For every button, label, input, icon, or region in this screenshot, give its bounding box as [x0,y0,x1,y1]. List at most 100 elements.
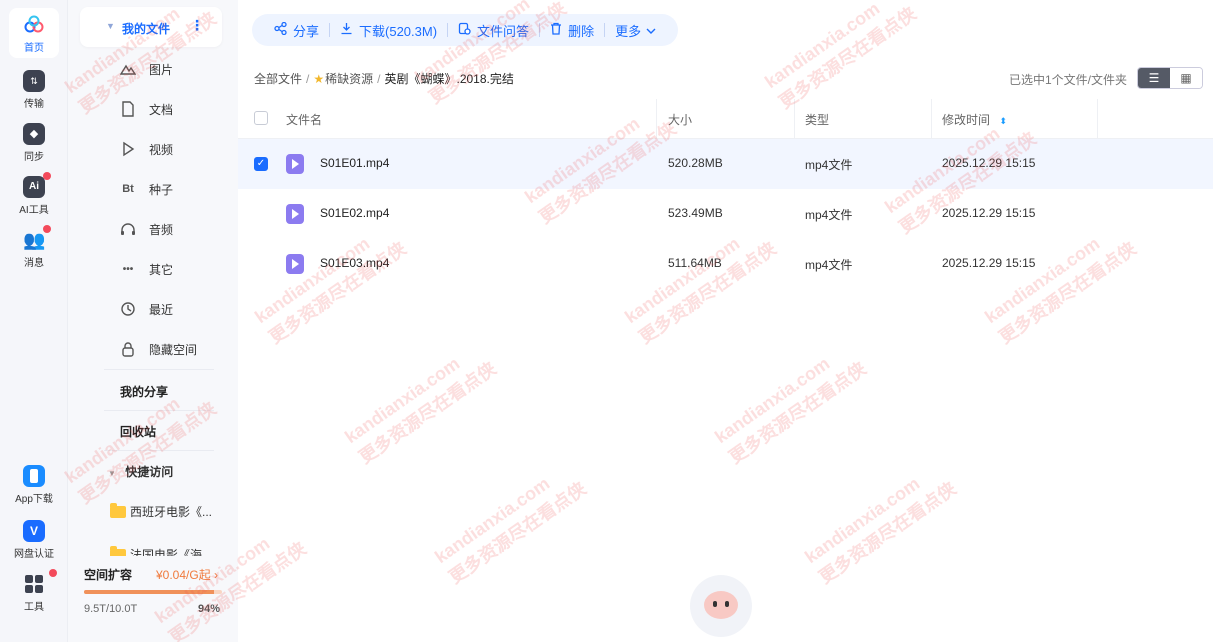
file-size: 511.64MB [668,256,722,270]
storage-title: 空间扩容 [84,568,133,582]
sidebar-item-label: 文档 [149,102,174,117]
mascot-eye [725,601,729,607]
header-name[interactable]: 文件名 [286,111,322,128]
verify-icon: V [23,520,45,542]
file-qa-label: 文件问答 [477,23,530,39]
rail-message[interactable]: 👥 消息 [0,225,68,269]
chevron-down-icon [646,23,656,38]
caret-down-icon: ▼ [108,469,116,478]
rail-sync-label: 同步 [24,152,44,163]
notification-dot [49,569,57,577]
file-modified: 2025.12.29 15:15 [942,156,1036,170]
transfer-icon: ⇅ [23,70,45,92]
table-row[interactable]: S01E03.mp4 511.64MB mp4文件 2025.12.29 15:… [238,239,1213,289]
file-table: 文件名 大小 类型 修改时间 ⬍ ✓ S01E01.mp4 520.28MB m… [238,99,1213,289]
header-modified-label: 修改时间 [942,113,991,127]
breadcrumb: 全部文件 / ★ 稀缺资源 / 英剧《蝴蝶》.2018.完结 [254,70,514,87]
selection-info: 已选中1个文件/文件夹 [1008,73,1127,87]
delete-label: 删除 [568,23,595,39]
file-name: S01E01.mp4 [320,156,390,170]
rail-auth[interactable]: V 网盘认证 [0,520,68,560]
rail-transfer[interactable]: ⇅ 传输 [0,70,68,110]
storage-used: 9.5T/10.0T [84,603,138,615]
more-button[interactable]: 更多 [605,21,666,40]
document-icon [120,101,136,117]
rail-home[interactable]: 首页 [0,8,68,58]
file-modified: 2025.12.29 15:15 [942,206,1036,220]
storage-panel[interactable]: 空间扩容 ¥0.04/G起 › 9.5T/10.0T 94% [68,556,238,642]
file-type: mp4文件 [805,208,853,222]
column-divider[interactable] [656,99,657,139]
sort-icon: ⬍ [999,116,1007,126]
breadcrumb-root[interactable]: 全部文件 [254,70,302,87]
notification-dot [43,225,51,233]
quick-item-label: 西班牙电影《... [130,505,213,519]
download-label: 下载(520.3M) [359,23,438,39]
quick-item[interactable]: 西班牙电影《... [110,502,213,520]
ai-icon: Ai [23,172,51,198]
more-vertical-icon[interactable]: ⋮ [190,17,204,34]
list-view-icon[interactable]: ☰ [1138,68,1170,88]
notification-dot [43,172,51,180]
image-icon [120,61,136,77]
view-toggle: ☰ ▦ [1137,67,1203,89]
rail-message-label: 消息 [24,258,44,269]
file-size: 520.28MB [668,156,723,170]
select-all-checkbox[interactable] [254,111,268,125]
table-row[interactable]: ✓ S01E01.mp4 520.28MB mp4文件 2025.12.29 1… [238,139,1213,189]
video-icon [120,141,136,157]
share-button[interactable]: 分享 [264,21,329,40]
quick-access-label: 快捷访问 [125,465,174,479]
sidebar-item-my-share[interactable]: 我的分享 [120,383,168,400]
lock-icon [120,341,136,357]
row-checkbox[interactable]: ✓ [254,157,268,171]
divider [104,410,214,411]
rail-app-label: App下载 [15,494,53,505]
storage-upgrade-link[interactable]: ¥0.04/G起 › [156,566,218,583]
column-divider[interactable] [1097,99,1098,139]
header-modified[interactable]: 修改时间 ⬍ [942,111,1007,128]
column-divider[interactable] [794,99,795,139]
file-qa-button[interactable]: 文件问答 [448,21,539,40]
grid-icon [23,569,57,595]
rail-tools[interactable]: 工具 [0,569,68,613]
sidebar-item-videos[interactable]: 视频 [120,139,173,159]
sidebar-item-documents[interactable]: 文档 [120,99,173,119]
file-sidebar: ▼ 我的文件 ⋮ 图片 文档 视频 Bt 种子 音频 ••• 其它 最近 隐藏空… [68,0,238,642]
divider [104,450,214,451]
storage-percent: 94% [198,603,221,615]
sidebar-item-recycle-bin[interactable]: 回收站 [120,423,156,440]
sidebar-item-hidden-space[interactable]: 隐藏空间 [120,339,197,359]
rail-ai[interactable]: Ai AI工具 [0,172,68,216]
delete-button[interactable]: 删除 [540,21,604,40]
header-size[interactable]: 大小 [668,111,692,128]
grid-view-icon[interactable]: ▦ [1170,68,1202,88]
quick-access-header[interactable]: ▼ 快捷访问 [108,463,173,480]
sidebar-item-images[interactable]: 图片 [120,59,173,79]
sidebar-item-label: 视频 [149,142,174,157]
audio-icon [120,221,136,237]
sidebar-item-audio[interactable]: 音频 [120,219,173,239]
file-name: S01E03.mp4 [320,256,390,270]
left-rail: 首页 ⇅ 传输 ◆ 同步 Ai AI工具 👥 消息 App下载 V 网盘认证 工… [0,0,68,642]
sidebar-my-files[interactable]: ▼ 我的文件 ⋮ [80,7,222,47]
storage-price: ¥0.04/G起 [156,568,211,582]
rail-sync[interactable]: ◆ 同步 [0,123,68,163]
file-modified: 2025.12.29 15:15 [942,256,1036,270]
sidebar-item-torrents[interactable]: Bt 种子 [120,179,173,199]
rail-app-download[interactable]: App下载 [0,465,68,505]
chevron-right-icon: › [214,568,219,582]
assistant-mascot[interactable] [690,575,752,637]
breadcrumb-level1[interactable]: 稀缺资源 [325,70,373,87]
column-divider[interactable] [931,99,932,139]
video-file-icon [286,254,304,274]
sidebar-item-other[interactable]: ••• 其它 [120,259,173,279]
sidebar-item-recent[interactable]: 最近 [120,299,173,319]
table-row[interactable]: S01E02.mp4 523.49MB mp4文件 2025.12.29 15:… [238,189,1213,239]
recent-icon [120,301,136,317]
share-label: 分享 [293,23,320,39]
sidebar-item-label: 最近 [149,302,174,317]
share-icon [274,21,287,38]
download-button[interactable]: 下载(520.3M) [330,21,447,40]
header-type[interactable]: 类型 [805,111,829,128]
